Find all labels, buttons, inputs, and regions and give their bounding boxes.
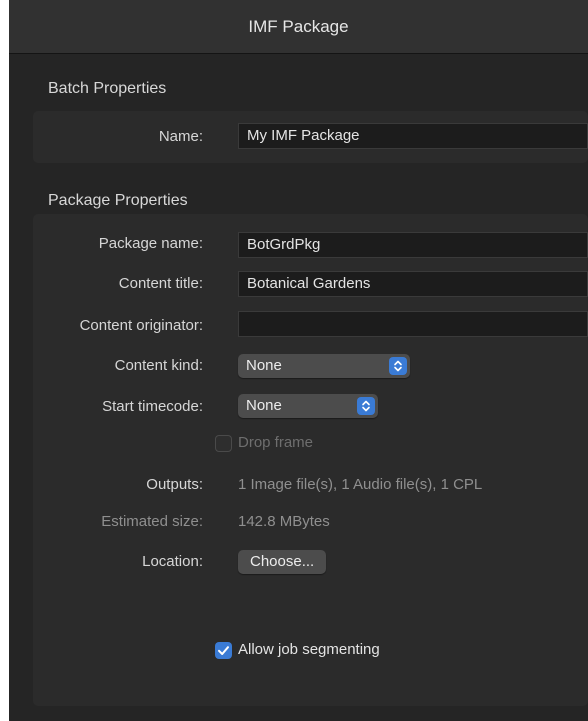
imf-package-window: IMF Package Batch Properties Name: My IM…	[9, 0, 588, 721]
allow-job-segmenting-label: Allow job segmenting	[238, 641, 380, 658]
location-label: Location:	[142, 553, 203, 570]
package-properties-panel: Package name: BotGrdPkg Content title: B…	[33, 214, 588, 706]
estimated-size-value: 142.8 MBytes	[238, 513, 330, 530]
start-timecode-label: Start timecode:	[102, 398, 203, 415]
content-title-field[interactable]: Botanical Gardens	[238, 271, 588, 297]
start-timecode-value: None	[246, 397, 282, 414]
batch-properties-header: Batch Properties	[48, 80, 167, 97]
content-kind-popup[interactable]: None	[238, 354, 410, 378]
title-bar: IMF Package	[9, 0, 588, 54]
content-title-label: Content title:	[118, 275, 203, 292]
content-originator-field[interactable]	[238, 311, 588, 337]
content-kind-label: Content kind:	[114, 357, 203, 374]
content-kind-value: None	[246, 357, 282, 374]
choose-location-button[interactable]: Choose...	[238, 550, 327, 574]
checkmark-icon	[218, 646, 229, 655]
name-label: Name:	[158, 128, 203, 145]
content-originator-label: Content originator:	[79, 317, 203, 334]
outputs-label: Outputs:	[146, 476, 203, 493]
package-name-label: Package name:	[98, 235, 203, 252]
name-field[interactable]: My IMF Package	[238, 123, 588, 149]
batch-properties-panel: Name: My IMF Package	[33, 111, 588, 163]
up-down-chevron-icon	[357, 397, 375, 415]
start-timecode-popup[interactable]: None	[238, 394, 378, 418]
window-title: IMF Package	[248, 16, 349, 36]
estimated-size-label: Estimated size:	[101, 513, 203, 530]
package-name-field[interactable]: BotGrdPkg	[238, 232, 588, 258]
up-down-chevron-icon	[389, 357, 407, 375]
drop-frame-label: Drop frame	[238, 434, 314, 451]
drop-frame-checkbox[interactable]	[215, 435, 232, 452]
outputs-value: 1 Image file(s), 1 Audio file(s), 1 CPL	[238, 476, 483, 493]
package-properties-header: Package Properties	[48, 192, 188, 209]
allow-job-segmenting-checkbox[interactable]	[215, 642, 232, 659]
